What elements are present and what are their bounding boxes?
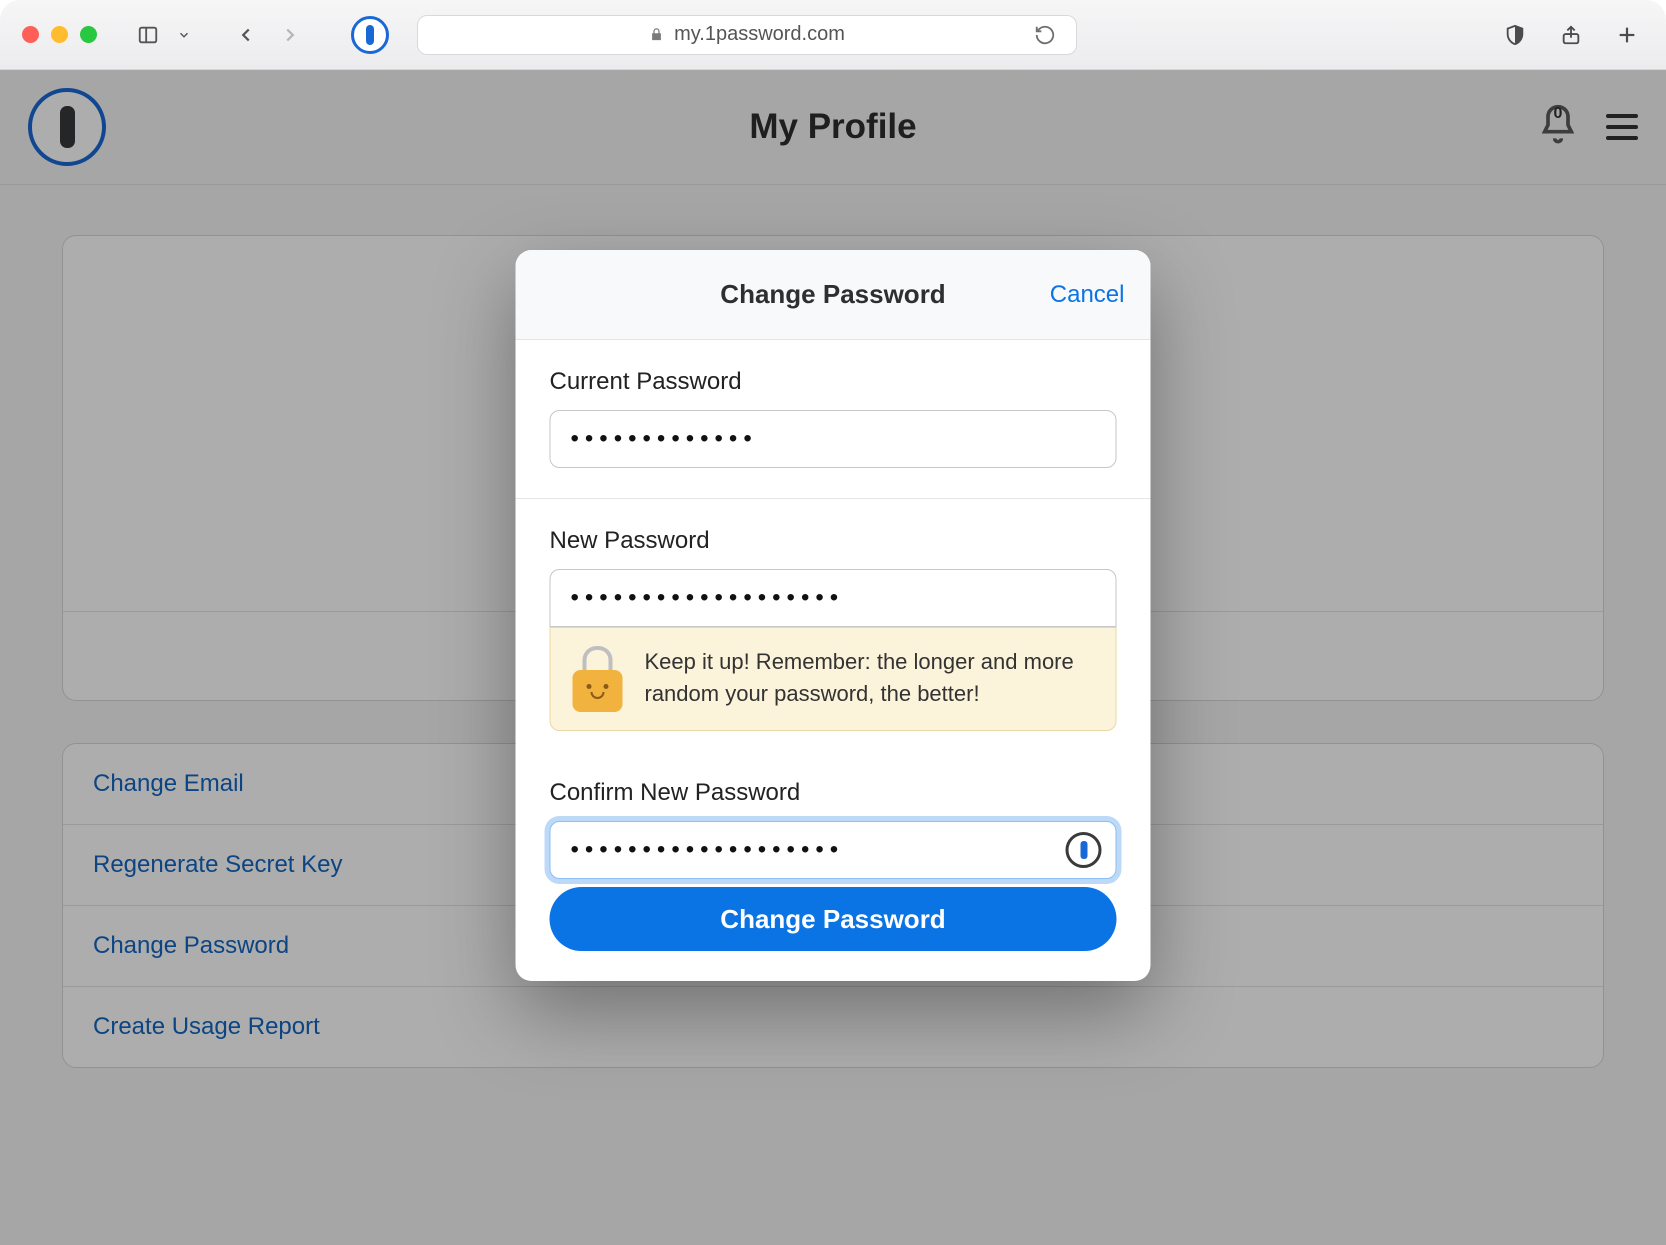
back-button[interactable] [229, 18, 263, 52]
lock-icon [649, 27, 664, 42]
submit-change-password-button[interactable]: Change Password [550, 887, 1117, 951]
password-hint-text: Keep it up! Remember: the longer and mor… [645, 646, 1096, 712]
current-password-input[interactable]: ••••••••••••• [550, 410, 1117, 468]
confirm-password-value: ••••••••••••••••••• [571, 836, 845, 864]
fullscreen-window-button[interactable] [80, 26, 97, 43]
new-tab-button[interactable] [1610, 18, 1644, 52]
submit-button-label: Change Password [720, 904, 945, 935]
share-button[interactable] [1554, 18, 1588, 52]
dialog-header: Change Password Cancel [516, 250, 1151, 340]
forward-button[interactable] [273, 18, 307, 52]
close-window-button[interactable] [22, 26, 39, 43]
address-bar[interactable]: my.1password.com [417, 15, 1077, 55]
privacy-shield-icon[interactable] [1498, 18, 1532, 52]
onepassword-fill-icon[interactable] [1066, 832, 1102, 868]
window-controls [22, 26, 97, 43]
sidebar-toggle-button[interactable] [131, 18, 165, 52]
sidebar-menu-chevron-icon[interactable] [167, 18, 201, 52]
browser-toolbar: my.1password.com [0, 0, 1666, 70]
confirm-password-label: Confirm New Password [550, 779, 1117, 807]
current-password-value: ••••••••••••• [571, 425, 758, 453]
dialog-title: Change Password [720, 279, 945, 310]
password-strength-hint: Keep it up! Remember: the longer and mor… [550, 627, 1117, 731]
current-password-label: Current Password [550, 368, 1117, 396]
new-password-input[interactable]: ••••••••••••••••••• [550, 569, 1117, 627]
new-password-value: ••••••••••••••••••• [571, 584, 845, 612]
confirm-password-input[interactable]: ••••••••••••••••••• [550, 821, 1117, 879]
address-bar-url: my.1password.com [674, 23, 845, 46]
change-password-dialog: Change Password Cancel Current Password … [516, 250, 1151, 981]
onepassword-extension-icon[interactable] [351, 16, 389, 54]
reload-button[interactable] [1028, 18, 1062, 52]
new-password-label: New Password [550, 527, 1117, 555]
padlock-happy-icon [571, 646, 625, 712]
cancel-button[interactable]: Cancel [1050, 281, 1125, 309]
minimize-window-button[interactable] [51, 26, 68, 43]
